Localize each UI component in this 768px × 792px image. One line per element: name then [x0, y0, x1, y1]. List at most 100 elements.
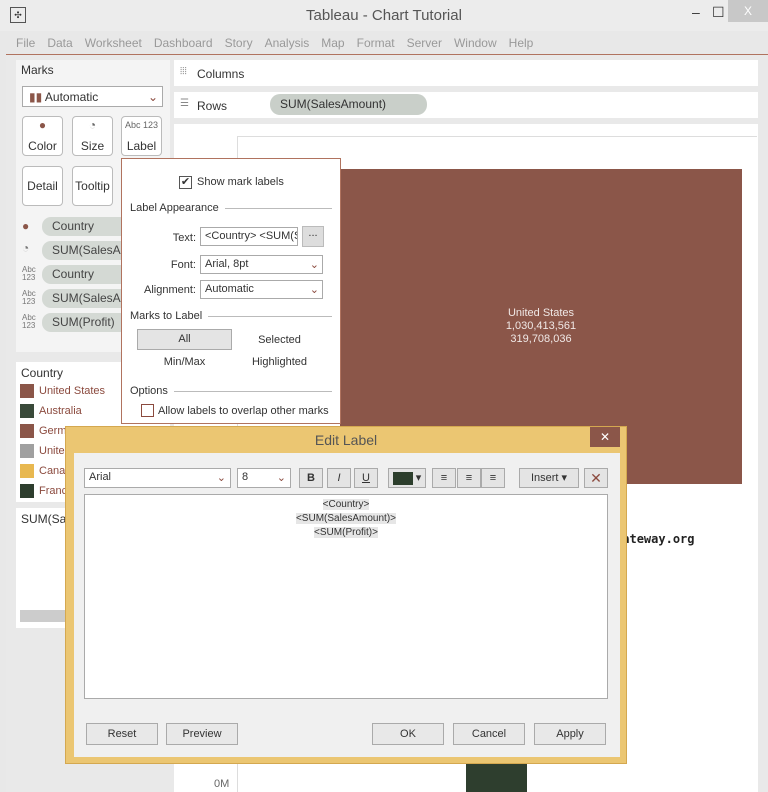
label-button[interactable]: Abc 123 Label [121, 116, 162, 156]
minimize-button[interactable]: – [692, 4, 700, 20]
color-label: Color [28, 139, 57, 153]
preview-button[interactable]: Preview [166, 723, 238, 745]
option-all[interactable]: All [137, 329, 232, 350]
legend-item[interactable]: Australia [20, 404, 82, 418]
label-label: Label [126, 139, 157, 153]
font-dropdown[interactable]: Arial, 8pt ⌄ [200, 255, 323, 274]
italic-button[interactable]: I [327, 468, 351, 488]
maximize-button[interactable]: ☐ [712, 4, 725, 21]
clear-icon[interactable]: ✕ [584, 468, 608, 488]
align-center-button[interactable]: ≡ [457, 468, 481, 488]
legend-title: Country [21, 366, 64, 380]
menu-analysis[interactable]: Analysis [259, 31, 316, 53]
close-window-button[interactable]: X [728, 0, 768, 22]
cancel-button[interactable]: Cancel [453, 723, 525, 745]
size-button[interactable]: ◔ Size [72, 116, 113, 156]
edit-text-button[interactable]: ... [302, 226, 324, 247]
title-bar: ✣ Tableau - Chart Tutorial – ☐ X [0, 0, 768, 31]
label-popup: ✔ Show mark labels Label Appearance Text… [121, 158, 341, 424]
menu-bar: File Data Worksheet Dashboard Story Anal… [0, 31, 768, 53]
insert-button[interactable]: Insert ▾ [519, 468, 579, 488]
apply-button[interactable]: Apply [534, 723, 606, 745]
window-title: Tableau - Chart Tutorial [306, 7, 462, 24]
close-dialog-button[interactable]: ✕ [590, 427, 620, 447]
align-left-button[interactable]: ≡ [432, 468, 456, 488]
option-min-max[interactable]: Min/Max [137, 356, 232, 368]
options-heading: Options [130, 385, 332, 397]
show-mark-labels-checkbox[interactable]: ✔ [179, 176, 192, 189]
color-swatch [392, 471, 413, 485]
text-label: Text: [172, 232, 196, 244]
mark-type-dropdown[interactable]: ▮▮ Automatic ⌄ [22, 86, 163, 107]
font-family-dropdown[interactable]: Arial ⌄ [84, 468, 231, 488]
legend-swatch [20, 384, 34, 398]
columns-shelf[interactable]: ⦙⦙⦙ Columns [174, 60, 758, 86]
legend-label: United States [39, 385, 106, 397]
chevron-down-icon: ⌄ [216, 472, 226, 484]
menu-map[interactable]: Map [315, 31, 350, 53]
chevron-down-icon: ⌄ [309, 284, 319, 296]
bar-france[interactable] [466, 764, 527, 792]
font-size-dropdown[interactable]: 8 ⌄ [237, 468, 291, 488]
color-button[interactable]: ● Color [22, 116, 63, 156]
menu-data[interactable]: Data [41, 31, 78, 53]
bold-button[interactable]: B [299, 468, 323, 488]
marks-title: Marks [21, 63, 54, 77]
chevron-down-icon: ⌄ [147, 90, 158, 104]
columns-label: Columns [197, 67, 245, 81]
alignment-label: Alignment: [144, 284, 196, 296]
menu-format[interactable]: Format [351, 31, 401, 53]
legend-swatch [20, 444, 34, 458]
text-color-button[interactable]: ▾ [388, 468, 426, 488]
field-country: <Country> [322, 499, 370, 510]
font-family-value: Arial [89, 471, 112, 483]
menu-dashboard[interactable]: Dashboard [148, 31, 219, 53]
tooltip-button[interactable]: Tooltip [72, 166, 113, 206]
align-right-button[interactable]: ≡ [481, 468, 505, 488]
marks-to-label-heading: Marks to Label [130, 310, 332, 322]
chevron-down-icon: ⌄ [309, 259, 319, 271]
size-icon: ◔ [88, 118, 97, 132]
size-label: Size [80, 139, 105, 153]
y-axis-tick-0m: 0M [214, 778, 230, 790]
label-abc-icon: Abc 123 [22, 313, 36, 330]
chevron-down-icon: ⌄ [276, 472, 286, 484]
insert-label: Insert [530, 472, 559, 484]
option-selected[interactable]: Selected [237, 334, 322, 346]
detail-label: Detail [27, 179, 58, 193]
section-title: Label Appearance [130, 202, 219, 214]
field-sum-profit: <SUM(Profit)> [314, 527, 378, 538]
size-legend-bar [20, 610, 70, 622]
menu-help[interactable]: Help [503, 31, 540, 53]
font-value: Arial, 8pt [205, 258, 249, 270]
rows-pill-sales[interactable]: SUM(SalesAmount) [270, 94, 427, 115]
alignment-dropdown[interactable]: Automatic ⌄ [200, 280, 323, 299]
menu-story[interactable]: Story [219, 31, 259, 53]
legend-swatch [20, 404, 34, 418]
allow-overlap-checkbox[interactable] [141, 404, 154, 417]
bar-chart-icon: ▮▮ [29, 90, 43, 104]
edit-label-dialog: Edit Label ✕ Arial ⌄ 8 ⌄ B I U ▾ ≡ ≡ ≡ Ins… [65, 426, 627, 764]
dialog-body: Arial ⌄ 8 ⌄ B I U ▾ ≡ ≡ ≡ Insert ▾ ✕ <Coun… [74, 453, 620, 757]
detail-button[interactable]: Detail [22, 166, 63, 206]
legend-item[interactable]: United States [20, 384, 105, 398]
option-highlighted[interactable]: Highlighted [237, 356, 322, 368]
rows-shelf[interactable]: ☰ Rows SUM(SalesAmount) [174, 92, 758, 118]
dialog-title: Edit Label [314, 432, 378, 448]
menu-worksheet[interactable]: Worksheet [79, 31, 148, 53]
reset-button[interactable]: Reset [86, 723, 158, 745]
section-title: Marks to Label [130, 310, 203, 322]
menu-server[interactable]: Server [401, 31, 448, 53]
font-size-value: 8 [242, 471, 249, 483]
label-text-editor[interactable]: <Country> <SUM(SalesAmount)> <SUM(Profit… [84, 494, 608, 699]
legend-label: Australia [39, 405, 82, 417]
underline-button[interactable]: U [354, 468, 378, 488]
ok-button[interactable]: OK [372, 723, 444, 745]
section-title: Options [130, 385, 168, 397]
label-text-field[interactable]: <Country> <SUM(SalesAmount)> [200, 227, 298, 246]
legend-swatch [20, 484, 34, 498]
menu-window[interactable]: Window [448, 31, 503, 53]
bar-label-country: United States [507, 307, 575, 319]
rows-label: Rows [197, 99, 228, 113]
menu-file[interactable]: File [10, 31, 41, 53]
